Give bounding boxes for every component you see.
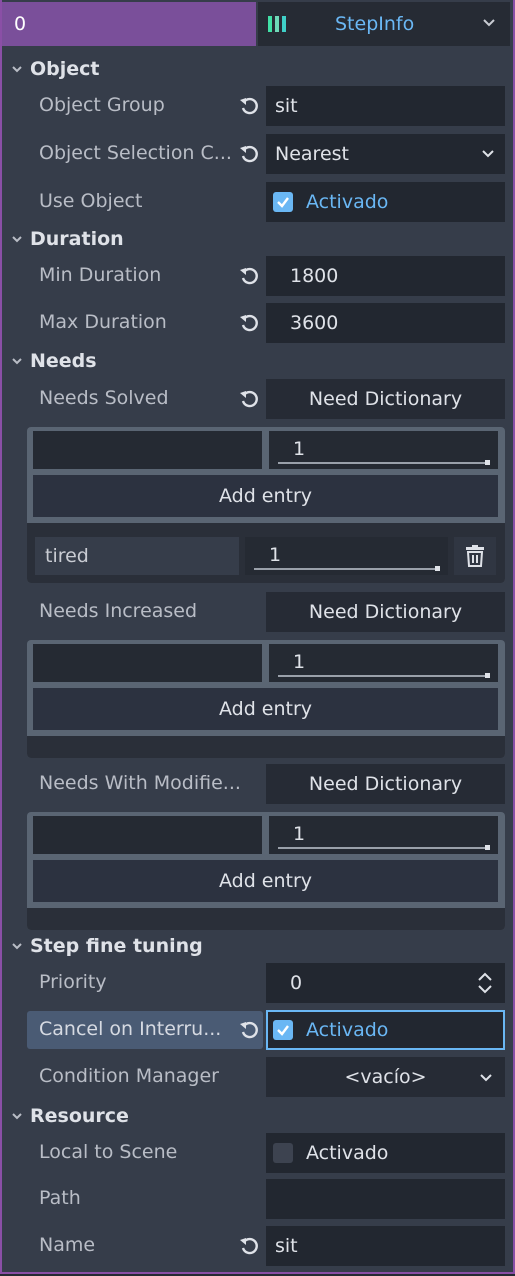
value-slider[interactable]: [278, 845, 490, 850]
section-needs[interactable]: Needs: [4, 344, 509, 378]
revert-icon[interactable]: [238, 387, 262, 411]
entry-key-input[interactable]: tired: [35, 537, 239, 575]
new-value-input[interactable]: 1: [269, 644, 498, 682]
value-slider[interactable]: [278, 673, 490, 678]
section-title: Resource: [30, 1105, 129, 1127]
object-selection-label: Object Selection C...: [39, 142, 232, 164]
section-object[interactable]: Object: [4, 52, 509, 86]
spin-arrows-icon[interactable]: [477, 972, 493, 994]
chevron-down-icon: [4, 355, 30, 367]
needs-solved-dictionary-button[interactable]: Need Dictionary: [266, 379, 505, 419]
new-key-input[interactable]: [33, 644, 262, 682]
checkbox-label: Activado: [306, 1142, 389, 1164]
checkbox-checked-icon: [273, 1020, 293, 1040]
entry-value-input[interactable]: 1: [245, 537, 448, 575]
section-title: Duration: [30, 228, 124, 250]
remove-entry-button[interactable]: [454, 537, 496, 575]
checkbox-label: Activado: [306, 1019, 389, 1041]
checkbox-checked-icon: [273, 192, 293, 212]
condition-manager-label: Condition Manager: [39, 1065, 219, 1087]
revert-icon[interactable]: [238, 311, 262, 335]
condition-manager-picker[interactable]: <vacío>: [266, 1057, 505, 1097]
name-label: Name: [39, 1234, 96, 1256]
revert-icon[interactable]: [238, 1018, 262, 1042]
section-title: Needs: [30, 350, 97, 372]
revert-icon[interactable]: [238, 264, 262, 288]
section-title: Step fine tuning: [30, 935, 203, 957]
revert-icon[interactable]: [238, 1234, 262, 1258]
resource-icon: [268, 16, 286, 32]
needs-modifiers-label: Needs With Modifie...: [39, 772, 241, 794]
chevron-down-icon: [4, 233, 30, 245]
section-title: Object: [30, 58, 100, 80]
chevron-down-icon[interactable]: [482, 16, 496, 30]
needs-modifiers-dictionary: 1 Add entry: [27, 812, 505, 930]
needs-modifiers-dictionary-button[interactable]: Need Dictionary: [266, 764, 505, 804]
min-duration-label: Min Duration: [39, 264, 162, 286]
path-input[interactable]: [266, 1179, 505, 1219]
path-label: Path: [39, 1187, 81, 1209]
section-resource[interactable]: Resource: [4, 1099, 509, 1133]
new-key-input[interactable]: [33, 816, 262, 854]
use-object-label: Use Object: [39, 190, 143, 212]
new-value-input[interactable]: 1: [269, 431, 498, 469]
needs-increased-label: Needs Increased: [39, 600, 198, 622]
priority-label: Priority: [39, 971, 107, 993]
needs-increased-dictionary-button[interactable]: Need Dictionary: [266, 592, 505, 632]
cancel-interrupt-label: Cancel on Interru...: [39, 1018, 222, 1040]
dropdown-value: Nearest: [275, 143, 349, 165]
resource-name: StepInfo: [335, 13, 415, 35]
checkbox-unchecked-icon: [273, 1143, 293, 1163]
new-value-input[interactable]: 1: [269, 816, 498, 854]
chevron-down-icon: [4, 940, 30, 952]
name-input[interactable]: sit: [266, 1226, 505, 1266]
revert-icon[interactable]: [238, 94, 262, 118]
chevron-down-icon: [482, 150, 494, 158]
local-to-scene-label: Local to Scene: [39, 1141, 178, 1163]
max-duration-input[interactable]: 3600: [266, 303, 505, 343]
chevron-down-icon: [4, 1110, 30, 1122]
object-selection-dropdown[interactable]: Nearest: [266, 134, 505, 174]
inspector-header: 0 StepInfo: [0, 0, 515, 48]
revert-icon[interactable]: [238, 142, 262, 166]
add-entry-button[interactable]: Add entry: [33, 688, 498, 730]
max-duration-label: Max Duration: [39, 311, 167, 333]
new-key-input[interactable]: [33, 431, 262, 469]
cancel-interrupt-checkbox[interactable]: Activado: [266, 1010, 505, 1050]
object-group-label: Object Group: [39, 94, 165, 116]
section-step-fine-tuning[interactable]: Step fine tuning: [4, 929, 509, 963]
value-slider[interactable]: [278, 460, 490, 465]
needs-solved-label: Needs Solved: [39, 387, 169, 409]
chevron-down-icon: [480, 1074, 492, 1082]
trash-icon: [466, 545, 484, 567]
priority-spinbox[interactable]: 0: [266, 963, 505, 1003]
object-group-input[interactable]: sit: [266, 86, 505, 126]
use-object-checkbox[interactable]: Activado: [266, 182, 505, 222]
needs-increased-dictionary: 1 Add entry: [27, 640, 505, 758]
section-duration[interactable]: Duration: [4, 222, 509, 256]
add-entry-button[interactable]: Add entry: [33, 860, 498, 902]
add-entry-button[interactable]: Add entry: [33, 475, 498, 517]
value-slider[interactable]: [254, 566, 440, 571]
min-duration-input[interactable]: 1800: [266, 256, 505, 296]
chevron-down-icon: [4, 63, 30, 75]
local-to-scene-checkbox[interactable]: Activado: [266, 1133, 505, 1173]
resource-picker[interactable]: StepInfo: [258, 2, 510, 46]
array-index-label: 0: [2, 2, 256, 46]
checkbox-label: Activado: [306, 191, 389, 213]
